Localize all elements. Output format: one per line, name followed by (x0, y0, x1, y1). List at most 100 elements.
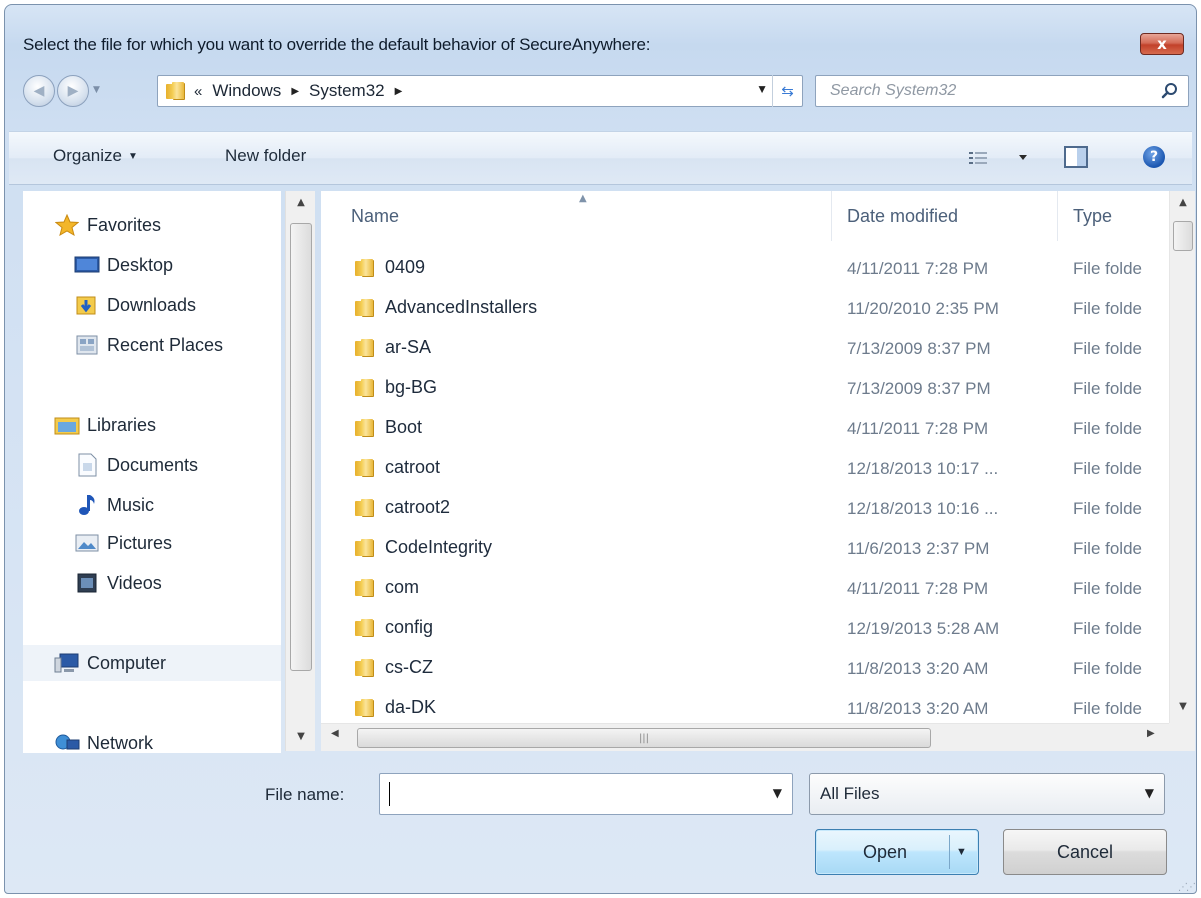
file-type-filter-select[interactable]: All Files ▼ (809, 773, 1165, 815)
scrollbar-thumb[interactable]: ||| (357, 728, 931, 748)
dialog-title: Select the file for which you want to ov… (23, 35, 651, 54)
forward-button[interactable]: ▶ (57, 75, 89, 107)
change-view-button[interactable] (969, 146, 1029, 170)
forward-arrow-icon: ▶ (67, 83, 79, 99)
search-input[interactable] (816, 76, 1146, 106)
file-type: File folde (1073, 659, 1142, 678)
nav-favorites[interactable]: Favorites (53, 207, 161, 243)
nav-label: Recent Places (107, 334, 224, 355)
file-row[interactable]: catroot 12/18/2013 10:17 ... File folde (321, 449, 1173, 489)
address-dropdown-button[interactable]: ▼ (756, 82, 768, 96)
file-name: bg-BG (385, 377, 438, 397)
organize-label: Organize (53, 146, 122, 165)
file-name-combobox[interactable]: ▼ (379, 773, 793, 815)
file-row[interactable]: da-DK 11/8/2013 3:20 AM File folde (321, 689, 1173, 723)
file-row[interactable]: CodeIntegrity 11/6/2013 2:37 PM File fol… (321, 529, 1173, 569)
organize-button[interactable]: Organize ▼ (53, 146, 138, 166)
column-divider[interactable] (831, 191, 832, 241)
help-button[interactable]: ? (1143, 146, 1165, 168)
file-list-vertical-scrollbar[interactable]: ▲ ▼ (1169, 191, 1195, 723)
file-row[interactable]: ar-SA 7/13/2009 8:37 PM File folde (321, 329, 1173, 369)
column-header-date[interactable]: Date modified (847, 191, 1057, 241)
nav-label: Documents (107, 454, 199, 475)
nav-downloads[interactable]: Downloads (73, 287, 196, 323)
folder-icon (355, 418, 375, 437)
search-icon[interactable] (1160, 81, 1180, 101)
file-list-horizontal-scrollbar[interactable]: ◀ ||| ▶ (321, 723, 1169, 751)
view-list-icon (969, 152, 987, 164)
file-date: 12/18/2013 10:16 ... (847, 499, 999, 518)
scrollbar-thumb[interactable] (1173, 221, 1193, 251)
file-type: File folde (1073, 459, 1142, 478)
file-row[interactable]: 0409 4/11/2011 7:28 PM File folde (321, 249, 1173, 289)
title-bar[interactable]: Select the file for which you want to ov… (5, 5, 1196, 63)
file-name: 0409 (385, 257, 426, 277)
nav-computer[interactable]: Computer (23, 645, 281, 681)
column-label: Date modified (847, 205, 959, 226)
file-row[interactable]: AdvancedInstallers 11/20/2010 2:35 PM Fi… (321, 289, 1173, 329)
nav-label: Videos (107, 572, 162, 593)
nav-pictures[interactable]: Pictures (73, 525, 172, 561)
file-row[interactable]: config 12/19/2013 5:28 AM File folde (321, 609, 1173, 649)
file-row[interactable]: Boot 4/11/2011 7:28 PM File folde (321, 409, 1173, 449)
recent-locations-dropdown[interactable]: ▼ (93, 85, 100, 95)
new-folder-button[interactable]: New folder (225, 146, 306, 166)
chevron-down-icon[interactable]: ▼ (773, 786, 782, 800)
open-button[interactable]: Open ▼ (815, 829, 979, 875)
nav-documents[interactable]: Documents (73, 447, 198, 483)
videos-icon (73, 572, 101, 594)
column-header-type[interactable]: Type (1073, 191, 1173, 241)
scroll-up-arrow-icon[interactable]: ▲ (1170, 197, 1196, 208)
scroll-down-arrow-icon[interactable]: ▼ (286, 731, 316, 742)
search-box[interactable] (815, 75, 1189, 107)
network-icon (53, 732, 81, 754)
file-date: 7/13/2009 8:37 PM (847, 379, 991, 398)
scroll-up-arrow-icon[interactable]: ▲ (286, 197, 316, 208)
folder-icon (355, 538, 375, 557)
nav-label: Network (87, 732, 154, 753)
close-button[interactable]: x (1140, 33, 1184, 55)
breadcrumb[interactable]: « Windows ▶ System32 ▶ ▼ ⇆ (157, 75, 803, 107)
column-divider[interactable] (1057, 191, 1058, 241)
file-row[interactable]: bg-BG 7/13/2009 8:37 PM File folde (321, 369, 1173, 409)
scrollbar-thumb[interactable] (290, 223, 312, 671)
folder-icon (355, 658, 375, 677)
scroll-left-arrow-icon[interactable]: ◀ (331, 728, 339, 739)
music-icon (73, 494, 101, 516)
file-type: File folde (1073, 299, 1142, 318)
nav-libraries[interactable]: Libraries (53, 407, 156, 443)
column-header-name[interactable]: Name (351, 191, 831, 241)
preview-pane-button[interactable] (1063, 144, 1091, 170)
back-button[interactable]: ◀ (23, 75, 55, 107)
folder-icon (355, 698, 375, 717)
breadcrumb-item-windows[interactable]: Windows ▶ (212, 81, 309, 101)
close-icon: x (1157, 35, 1167, 53)
resize-grip-icon[interactable]: ⋰⋰ (1178, 882, 1196, 893)
nav-label: Libraries (87, 414, 157, 435)
breadcrumb-overflow[interactable]: « (194, 83, 202, 100)
cancel-button[interactable]: Cancel (1003, 829, 1167, 875)
file-row[interactable]: cs-CZ 11/8/2013 3:20 AM File folde (321, 649, 1173, 689)
scrollbar-corner (1169, 723, 1195, 751)
file-name-input[interactable] (380, 774, 760, 814)
open-options-dropdown[interactable]: ▼ (949, 835, 973, 869)
chevron-right-icon[interactable]: ▶ (395, 86, 403, 97)
text-cursor (389, 782, 390, 806)
nav-music[interactable]: Music (73, 487, 154, 523)
chevron-down-icon: ▼ (127, 151, 138, 163)
file-row[interactable]: com 4/11/2011 7:28 PM File folde (321, 569, 1173, 609)
nav-network[interactable]: Network (53, 725, 153, 761)
scroll-right-arrow-icon[interactable]: ▶ (1147, 728, 1155, 739)
breadcrumb-item-system32[interactable]: System32 ▶ (309, 81, 412, 101)
documents-icon (73, 453, 101, 477)
file-date: 4/11/2011 7:28 PM (847, 259, 989, 278)
chevron-right-icon[interactable]: ▶ (291, 86, 299, 97)
nav-videos[interactable]: Videos (73, 565, 162, 601)
file-row[interactable]: catroot2 12/18/2013 10:16 ... File folde (321, 489, 1173, 529)
refresh-button[interactable]: ⇆ (772, 75, 802, 107)
folder-icon (166, 82, 186, 100)
nav-desktop[interactable]: Desktop (73, 247, 173, 283)
scroll-down-arrow-icon[interactable]: ▼ (1170, 701, 1196, 712)
nav-recent-places[interactable]: Recent Places (73, 327, 223, 363)
navigation-scrollbar[interactable]: ▲ ▼ (285, 191, 315, 751)
